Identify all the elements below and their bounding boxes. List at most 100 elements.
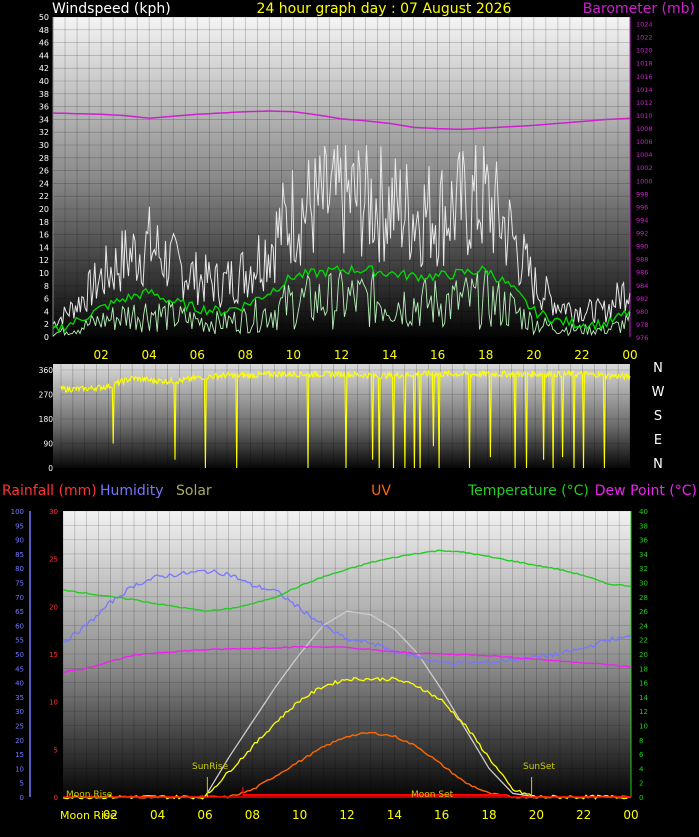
rainfall-tick-label: 20 bbox=[49, 603, 58, 611]
barometer-tick-label: 984 bbox=[636, 282, 648, 290]
barometer-tick-label: 982 bbox=[636, 295, 648, 303]
temperature-tick-label: 10 bbox=[639, 723, 648, 731]
barometer-tick-label: 988 bbox=[636, 256, 648, 264]
compass-letter: W bbox=[652, 385, 665, 400]
barometer-tick-label: 1016 bbox=[636, 73, 653, 81]
temperature-tick-label: 22 bbox=[639, 637, 648, 645]
barometer-tick-label: 1018 bbox=[636, 60, 653, 68]
time-tick-label: 10 bbox=[286, 348, 301, 362]
time-tick-label: 18 bbox=[481, 808, 496, 822]
temperature-tick-label: 34 bbox=[639, 551, 648, 559]
humidity-tick-label: 75 bbox=[15, 580, 24, 588]
time-tick-label: 08 bbox=[245, 808, 260, 822]
temperature-tick-label: 28 bbox=[639, 594, 648, 602]
windspeed-tick-label: 34 bbox=[39, 115, 49, 124]
windspeed-tick-label: 0 bbox=[44, 333, 49, 342]
weather-graph-svg: Windspeed (kph) 24 hour graph day : 07 A… bbox=[2, 1, 697, 822]
uv-label: UV bbox=[371, 483, 391, 499]
moonrise-marker-label: Moon Rise bbox=[66, 790, 113, 800]
humidity-tick-label: 55 bbox=[15, 637, 24, 645]
humidity-tick-label: 20 bbox=[15, 737, 24, 745]
windspeed-tick-label: 46 bbox=[39, 39, 49, 48]
temperature-tick-label: 12 bbox=[639, 708, 648, 716]
time-tick-label: 14 bbox=[382, 348, 397, 362]
time-tick-label: 06 bbox=[197, 808, 212, 822]
barometer-tick-label: 994 bbox=[636, 216, 648, 224]
compass-letter: N bbox=[653, 457, 663, 472]
sunrise-label: SunRise bbox=[192, 762, 229, 772]
temperature-tick-label: 24 bbox=[639, 622, 648, 630]
windspeed-tick-label: 22 bbox=[39, 192, 49, 201]
windspeed-tick-label: 18 bbox=[39, 218, 49, 227]
temperature-tick-label: 26 bbox=[639, 608, 648, 616]
compass-letter: E bbox=[654, 433, 662, 448]
weather-graph-page: Windspeed (kph) 24 hour graph day : 07 A… bbox=[0, 0, 699, 833]
compass-letter: N bbox=[653, 361, 663, 376]
rainfall-label: Rainfall (mm) bbox=[2, 483, 97, 499]
humidity-tick-label: 50 bbox=[15, 651, 24, 659]
barometer-tick-label: 1000 bbox=[636, 177, 653, 185]
windspeed-tick-label: 10 bbox=[39, 269, 49, 278]
humidity-tick-label: 40 bbox=[15, 680, 24, 688]
barometer-tick-label: 1024 bbox=[636, 21, 653, 29]
time-tick-label: 22 bbox=[576, 808, 591, 822]
time-tick-label: 16 bbox=[434, 808, 449, 822]
temperature-label: Temperature (°C) bbox=[467, 483, 589, 499]
windspeed-tick-label: 8 bbox=[44, 282, 49, 291]
humidity-tick-label: 45 bbox=[15, 665, 24, 673]
time-tick-label: 10 bbox=[292, 808, 307, 822]
windspeed-tick-label: 36 bbox=[39, 103, 49, 112]
temperature-tick-label: 0 bbox=[639, 794, 643, 802]
temperature-tick-label: 14 bbox=[639, 694, 648, 702]
barometer-tick-label: 998 bbox=[636, 190, 648, 198]
time-tick-label: 18 bbox=[478, 348, 493, 362]
windspeed-tick-label: 20 bbox=[39, 205, 49, 214]
rainfall-tick-label: 5 bbox=[54, 746, 58, 754]
humidity-tick-label: 35 bbox=[15, 694, 24, 702]
direction-tick-label: 90 bbox=[43, 440, 53, 449]
temperature-tick-label: 2 bbox=[639, 780, 643, 788]
temperature-tick-label: 6 bbox=[639, 751, 644, 759]
temperature-tick-label: 38 bbox=[639, 522, 648, 530]
barometer-tick-label: 1022 bbox=[636, 34, 653, 42]
time-tick-label: 04 bbox=[150, 808, 165, 822]
temperature-tick-label: 32 bbox=[639, 565, 648, 573]
temperature-tick-label: 30 bbox=[639, 580, 648, 588]
barometer-tick-label: 1020 bbox=[636, 47, 653, 55]
windspeed-axis-label: Windspeed (kph) bbox=[52, 1, 171, 17]
sunset-label: SunSet bbox=[523, 762, 555, 772]
time-tick-label: 12 bbox=[339, 808, 354, 822]
time-tick-label: 12 bbox=[334, 348, 349, 362]
humidity-tick-label: 70 bbox=[15, 594, 24, 602]
humidity-tick-label: 80 bbox=[15, 565, 24, 573]
humidity-tick-label: 5 bbox=[20, 780, 24, 788]
temperature-tick-label: 8 bbox=[639, 737, 643, 745]
direction-chart-ticks: 0 90 180 270 360 bbox=[39, 366, 54, 473]
moonset-label: Moon Set bbox=[411, 790, 454, 800]
solar-label: Solar bbox=[176, 483, 212, 499]
windspeed-tick-label: 44 bbox=[39, 51, 49, 60]
barometer-axis-label: Barometer (mb) bbox=[583, 1, 695, 17]
time-tick-label: 04 bbox=[142, 348, 157, 362]
rainfall-tick-label: 25 bbox=[49, 556, 58, 564]
windspeed-tick-label: 42 bbox=[39, 64, 49, 73]
time-tick-label: 08 bbox=[238, 348, 253, 362]
barometer-tick-label: 986 bbox=[636, 269, 648, 277]
humidity-tick-label: 65 bbox=[15, 608, 24, 616]
rainfall-tick-label: 15 bbox=[49, 651, 58, 659]
barometer-tick-label: 1008 bbox=[636, 125, 653, 133]
humidity-tick-label: 30 bbox=[15, 708, 24, 716]
direction-tick-label: 270 bbox=[39, 391, 54, 400]
rainfall-tick-label: 30 bbox=[49, 508, 58, 516]
wind-chart-time-axis: 02 04 06 08 10 12 14 16 18 20 22 00 bbox=[93, 348, 637, 362]
humidity-tick-label: 10 bbox=[15, 765, 24, 773]
barometer-tick-label: 996 bbox=[636, 203, 648, 211]
humidity-tick-label: 15 bbox=[15, 751, 24, 759]
humidity-tick-label: 25 bbox=[15, 723, 24, 731]
time-tick-label: 06 bbox=[190, 348, 205, 362]
windspeed-tick-label: 38 bbox=[39, 90, 49, 99]
direction-tick-label: 360 bbox=[39, 366, 54, 375]
humidity-tick-label: 60 bbox=[15, 622, 24, 630]
time-tick-label: 20 bbox=[526, 348, 541, 362]
rainfall-tick-label: 10 bbox=[49, 699, 58, 707]
